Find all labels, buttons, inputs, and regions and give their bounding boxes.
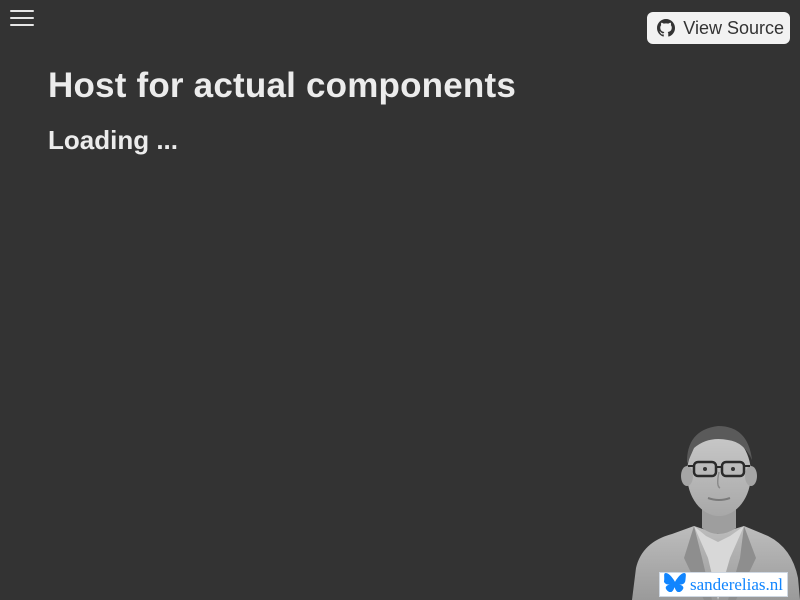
menu-line	[10, 10, 34, 12]
author-site-link[interactable]: sanderelias.nl	[659, 572, 788, 597]
butterfly-icon	[663, 572, 686, 597]
page-title: Host for actual components	[48, 66, 517, 105]
page: View Source Host for actual components L…	[0, 0, 800, 600]
github-icon	[657, 19, 676, 37]
hamburger-menu-icon[interactable]	[10, 9, 34, 27]
menu-line	[10, 17, 34, 19]
menu-line	[10, 24, 34, 26]
loading-status: Loading ...	[48, 125, 178, 155]
view-source-button[interactable]: View Source	[647, 12, 790, 44]
author-site-label: sanderelias.nl	[690, 574, 783, 594]
view-source-label: View Source	[683, 17, 784, 38]
